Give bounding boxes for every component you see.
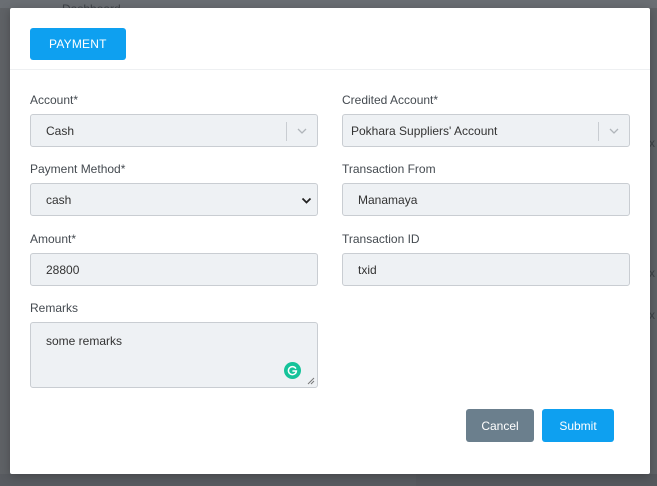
account-select[interactable]: Cash: [30, 114, 318, 147]
account-value: Cash: [46, 123, 75, 138]
account-field: Account* Cash: [30, 92, 318, 147]
transaction-from-field: Transaction From Manamaya: [342, 161, 630, 216]
amount-field: Amount* 28800: [30, 231, 318, 286]
backdrop-bottom-bar: [0, 474, 657, 486]
payment-method-label: Payment Method*: [30, 162, 126, 176]
backdrop-top-bar: Dashboard: [0, 0, 657, 16]
account-label: Account*: [30, 93, 79, 107]
transaction-id-input[interactable]: txid: [342, 253, 630, 286]
amount-value: 28800: [46, 262, 80, 277]
remarks-field: Remarks some remarks: [30, 300, 318, 388]
payment-method-value: cash: [46, 192, 72, 207]
chevron-down-icon: [609, 128, 619, 134]
cancel-button[interactable]: Cancel: [466, 409, 534, 442]
payment-method-field: Payment Method* cash: [30, 161, 318, 216]
modal-header: PAYMENT: [10, 8, 650, 70]
amount-input[interactable]: 28800: [30, 253, 318, 286]
transaction-from-value: Manamaya: [358, 192, 418, 207]
transaction-from-label: Transaction From: [342, 162, 436, 176]
grammarly-icon[interactable]: [284, 362, 301, 379]
select-separator: [598, 122, 599, 141]
select-separator: [286, 122, 287, 141]
credited-account-select[interactable]: Pokhara Suppliers' Account: [342, 114, 630, 147]
transaction-id-value: txid: [358, 262, 377, 277]
chevron-down-icon: [297, 128, 307, 134]
remarks-value: some remarks: [46, 334, 123, 348]
transaction-from-input[interactable]: Manamaya: [342, 183, 630, 216]
remarks-textarea[interactable]: some remarks: [30, 322, 318, 388]
chevron-down-icon: [301, 197, 312, 204]
backdrop-close-glyph: x: [649, 136, 655, 150]
payment-tab-button[interactable]: PAYMENT: [30, 28, 126, 60]
resize-handle-icon[interactable]: [307, 377, 315, 385]
transaction-id-label: Transaction ID: [342, 232, 420, 246]
remarks-label: Remarks: [30, 301, 79, 315]
credited-account-label: Credited Account*: [342, 93, 439, 107]
submit-button[interactable]: Submit: [542, 409, 614, 442]
credited-account-value: Pokhara Suppliers' Account: [351, 123, 498, 138]
amount-label: Amount*: [30, 232, 77, 246]
backdrop-close-glyph: x: [649, 308, 655, 322]
payment-method-select[interactable]: cash: [30, 183, 318, 216]
transaction-id-field: Transaction ID txid: [342, 231, 630, 286]
backdrop-close-glyph: x: [649, 266, 655, 280]
credited-account-field: Credited Account* Pokhara Suppliers' Acc…: [342, 92, 630, 147]
payment-modal: PAYMENT Account* Cash Credited Account* …: [10, 8, 650, 474]
